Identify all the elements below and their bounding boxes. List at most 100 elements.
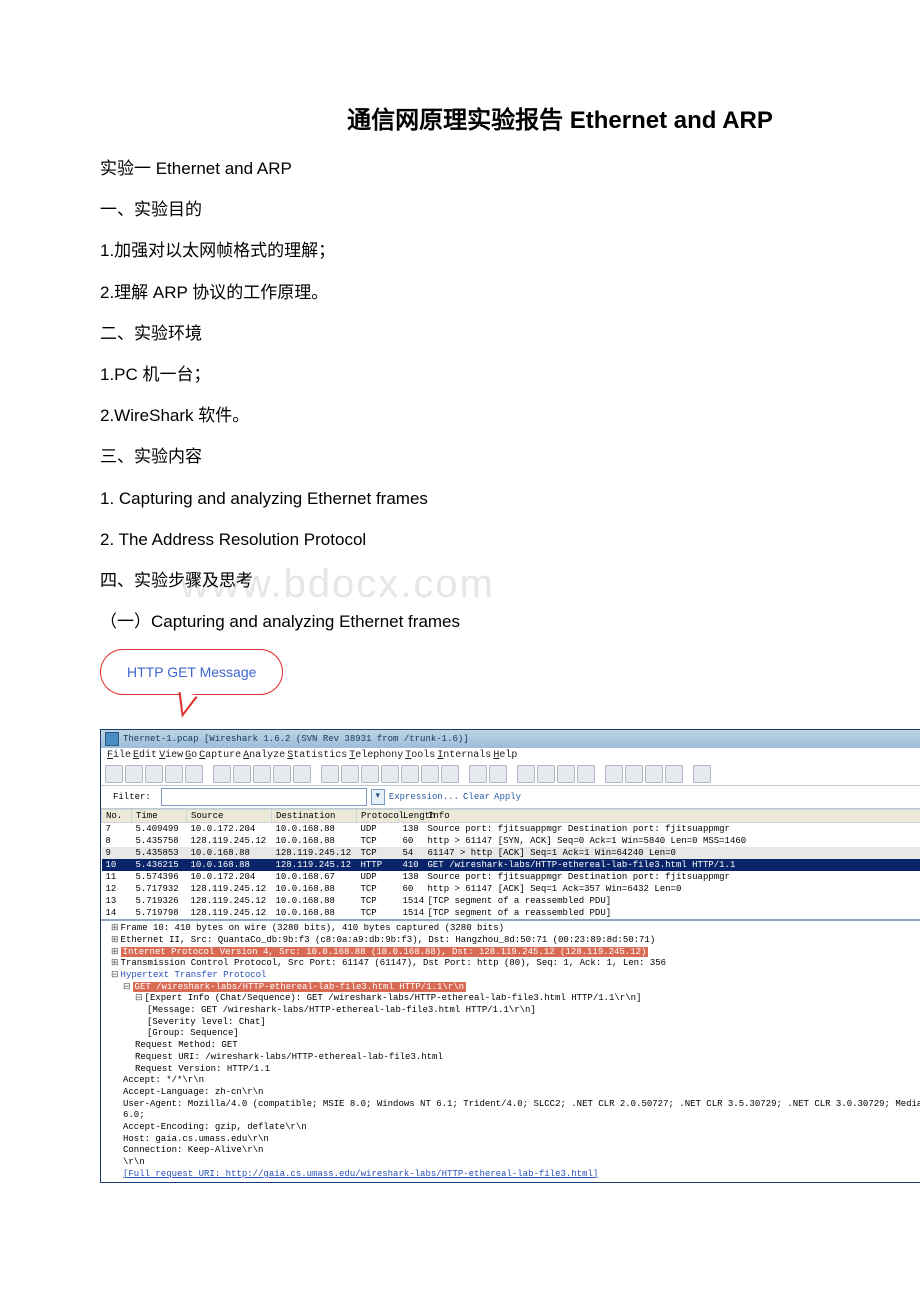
menu-analyze[interactable]: Analyze bbox=[243, 750, 285, 761]
column-header[interactable]: Destination bbox=[272, 810, 357, 823]
packet-list-table[interactable]: No.TimeSourceDestinationProtocolLengthIn… bbox=[101, 809, 920, 919]
menu-internals[interactable]: Internals bbox=[437, 750, 491, 761]
toolbar-icon[interactable] bbox=[321, 765, 339, 783]
toolbar-icon[interactable] bbox=[625, 765, 643, 783]
column-header[interactable]: Length bbox=[399, 810, 424, 823]
contents-heading: 三、实验内容 bbox=[100, 443, 920, 470]
toolbar-icon[interactable] bbox=[361, 765, 379, 783]
toolbar-icon[interactable] bbox=[693, 765, 711, 783]
page-title: 通信网原理实验报告 Ethernet and ARP bbox=[100, 100, 920, 135]
accept-line: Accept: */*\r\n bbox=[105, 1075, 920, 1087]
objective-2: 2.理解 ARP 协议的工作原理。 bbox=[100, 279, 920, 306]
toolbar-icon[interactable] bbox=[381, 765, 399, 783]
packet-row[interactable]: 135.719326128.119.245.1210.0.168.88TCP15… bbox=[102, 895, 920, 907]
packet-detail-tree[interactable]: ⊞Frame 10: 410 bytes on wire (3280 bits)… bbox=[101, 919, 920, 1182]
toolbar-icon[interactable] bbox=[401, 765, 419, 783]
tree-toggle-icon[interactable]: ⊞ bbox=[111, 923, 119, 933]
callout-text: HTTP GET Message bbox=[127, 664, 256, 680]
wireshark-logo-icon bbox=[105, 732, 119, 746]
packet-row[interactable]: 105.43621510.0.168.88128.119.245.12HTTP4… bbox=[102, 859, 920, 871]
group-line: [Group: Sequence] bbox=[105, 1028, 920, 1040]
window-title: Thernet-1.pcap [Wireshark 1.6.2 (SVN Rev… bbox=[123, 734, 920, 744]
column-header[interactable]: Source bbox=[187, 810, 272, 823]
packet-row[interactable]: 75.40949910.0.172.20410.0.168.88UDP138So… bbox=[102, 823, 920, 836]
toolbar-icon[interactable] bbox=[185, 765, 203, 783]
menu-tools[interactable]: Tools bbox=[405, 750, 435, 761]
menu-go[interactable]: Go bbox=[185, 750, 197, 761]
tree-toggle-icon[interactable]: ⊟ bbox=[111, 970, 119, 980]
callout-tail-icon bbox=[172, 692, 198, 720]
packet-row[interactable]: 95.43585310.0.168.88128.119.245.12TCP546… bbox=[102, 847, 920, 859]
toolbar-icon[interactable] bbox=[293, 765, 311, 783]
connection-line: Connection: Keep-Alive\r\n bbox=[105, 1145, 920, 1157]
steps-heading: 四、实验步骤及思考 bbox=[100, 567, 920, 594]
tree-toggle-icon[interactable]: ⊟ bbox=[123, 982, 131, 992]
full-request-uri-link[interactable]: [Full request URI: http://gaia.cs.umass.… bbox=[123, 1169, 598, 1179]
filter-label: Filter: bbox=[107, 791, 157, 803]
toolbar-icon[interactable] bbox=[557, 765, 575, 783]
toolbar-icon[interactable] bbox=[605, 765, 623, 783]
toolbar-icon[interactable] bbox=[421, 765, 439, 783]
toolbar-icon[interactable] bbox=[213, 765, 231, 783]
menu-view[interactable]: View bbox=[159, 750, 183, 761]
experiment-title: 实验一 Ethernet and ARP bbox=[100, 155, 920, 182]
crlf-line: \r\n bbox=[105, 1157, 920, 1169]
filter-expression-link[interactable]: Expression... bbox=[389, 792, 459, 802]
environment-2: 2.WireShark 软件。 bbox=[100, 402, 920, 429]
accept-language-line: Accept-Language: zh-cn\r\n bbox=[105, 1087, 920, 1099]
menu-file[interactable]: File bbox=[107, 750, 131, 761]
tcp-line: Transmission Control Protocol, Src Port:… bbox=[121, 958, 667, 968]
toolbar-icon[interactable] bbox=[537, 765, 555, 783]
packet-row[interactable]: 125.717932128.119.245.1210.0.168.88TCP60… bbox=[102, 883, 920, 895]
toolbar-icon[interactable] bbox=[665, 765, 683, 783]
column-header[interactable]: Info bbox=[424, 810, 920, 823]
toolbar-icon[interactable] bbox=[441, 765, 459, 783]
menu-statistics[interactable]: Statistics bbox=[287, 750, 347, 761]
toolbar-icon[interactable] bbox=[577, 765, 595, 783]
packet-row[interactable]: 115.57439610.0.172.20410.0.168.67UDP138S… bbox=[102, 871, 920, 883]
request-method-line: Request Method: GET bbox=[105, 1040, 920, 1052]
accept-encoding-line: Accept-Encoding: gzip, deflate\r\n bbox=[105, 1122, 920, 1134]
get-line: GET /wireshark-labs/HTTP-ethereal-lab-fi… bbox=[133, 982, 466, 992]
menu-help[interactable]: Help bbox=[493, 750, 517, 761]
severity-line: [Severity level: Chat] bbox=[105, 1017, 920, 1029]
menu-edit[interactable]: Edit bbox=[133, 750, 157, 761]
host-line: Host: gaia.cs.umass.edu\r\n bbox=[105, 1134, 920, 1146]
tree-toggle-icon[interactable]: ⊞ bbox=[111, 958, 119, 968]
toolbar-icon[interactable] bbox=[517, 765, 535, 783]
toolbar-icon[interactable] bbox=[145, 765, 163, 783]
ip-line: Internet Protocol Version 4, Src: 10.0.1… bbox=[121, 947, 649, 957]
packet-row[interactable]: 145.719798128.119.245.1210.0.168.88TCP15… bbox=[102, 907, 920, 919]
contents-1: 1. Capturing and analyzing Ethernet fram… bbox=[100, 485, 920, 512]
http-header-line: Hypertext Transfer Protocol bbox=[121, 970, 267, 980]
toolbar-icon[interactable] bbox=[341, 765, 359, 783]
filter-clear-link[interactable]: Clear bbox=[463, 792, 490, 802]
toolbar-icon[interactable] bbox=[645, 765, 663, 783]
toolbar-icon[interactable] bbox=[273, 765, 291, 783]
toolbar-icon[interactable] bbox=[253, 765, 271, 783]
tree-toggle-icon[interactable]: ⊟ bbox=[135, 993, 143, 1003]
menu-telephony[interactable]: Telephony bbox=[349, 750, 403, 761]
column-header[interactable]: Protocol bbox=[357, 810, 399, 823]
step-1-heading: （一）Capturing and analyzing Ethernet fram… bbox=[100, 608, 920, 635]
toolbar-icon[interactable] bbox=[469, 765, 487, 783]
filter-dropdown-icon[interactable]: ▾ bbox=[371, 789, 385, 805]
user-agent-line: User-Agent: Mozilla/4.0 (compatible; MSI… bbox=[105, 1099, 920, 1122]
tree-toggle-icon[interactable]: ⊞ bbox=[111, 947, 119, 957]
column-header[interactable]: Time bbox=[132, 810, 187, 823]
menu-capture[interactable]: Capture bbox=[199, 750, 241, 761]
filter-input[interactable] bbox=[161, 788, 367, 806]
column-header[interactable]: No. bbox=[102, 810, 132, 823]
filter-apply-link[interactable]: Apply bbox=[494, 792, 521, 802]
toolbar-icon[interactable] bbox=[105, 765, 123, 783]
packet-row[interactable]: 85.435758128.119.245.1210.0.168.88TCP60h… bbox=[102, 835, 920, 847]
environment-heading: 二、实验环境 bbox=[100, 320, 920, 347]
contents-2: 2. The Address Resolution Protocol bbox=[100, 526, 920, 553]
toolbar-icon[interactable] bbox=[125, 765, 143, 783]
tree-toggle-icon[interactable]: ⊞ bbox=[111, 935, 119, 945]
wireshark-window: Thernet-1.pcap [Wireshark 1.6.2 (SVN Rev… bbox=[100, 729, 920, 1183]
toolbar-icon[interactable] bbox=[165, 765, 183, 783]
toolbar-icon[interactable] bbox=[489, 765, 507, 783]
toolbar-icon[interactable] bbox=[233, 765, 251, 783]
objective-heading: 一、实验目的 bbox=[100, 196, 920, 223]
